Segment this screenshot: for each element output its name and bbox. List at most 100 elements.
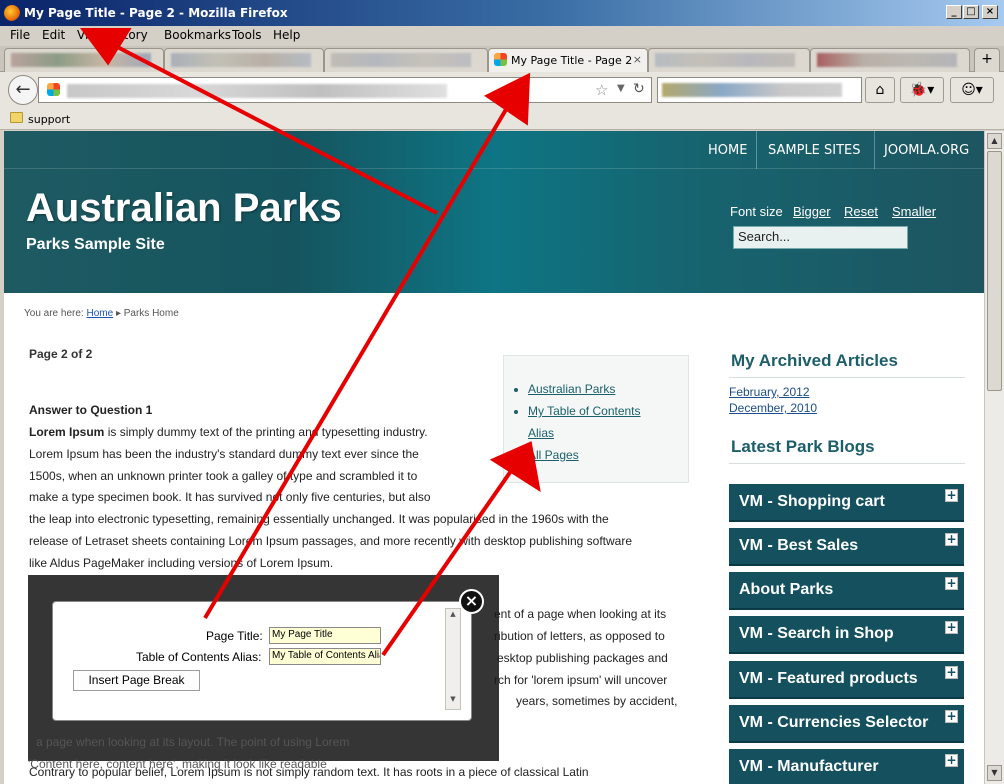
- blogs-heading: Latest Park Blogs: [731, 437, 875, 456]
- module-label: VM - Featured products: [739, 670, 918, 687]
- menu-help[interactable]: Help: [273, 28, 300, 42]
- firebug-icon[interactable]: 🐞▾: [900, 77, 944, 103]
- tab-strip: My Page Title - Page 2 × +: [0, 46, 1004, 72]
- tab-active[interactable]: My Page Title - Page 2 ×: [488, 48, 648, 72]
- nav-sample-sites[interactable]: SAMPLE SITES: [768, 143, 861, 158]
- module-label: About Parks: [739, 581, 834, 598]
- toc-item-continued[interactable]: Alias: [528, 422, 641, 444]
- tab-blurred-5[interactable]: [810, 48, 970, 72]
- folder-icon: [10, 112, 23, 123]
- font-bigger-link[interactable]: Bigger: [793, 204, 831, 219]
- top-navigation: HOME SAMPLE SITES JOOMLA.ORG: [4, 131, 984, 169]
- menu-history[interactable]: History: [105, 28, 148, 42]
- insert-page-break-button[interactable]: Insert Page Break: [73, 670, 200, 691]
- page-scrollbar[interactable]: ▲ ▼: [984, 131, 1004, 784]
- navigation-toolbar: ☆ ▼ ↻ ← ⌂ 🐞▾ ☺▾: [0, 72, 1004, 108]
- window-title-bar: My Page Title - Page 2 - Mozilla Firefox…: [0, 0, 1004, 26]
- tab-label: My Page Title - Page 2: [511, 54, 633, 67]
- site-title[interactable]: Australian Parks: [26, 186, 342, 231]
- minimize-button[interactable]: _: [946, 5, 962, 19]
- bookmarks-toolbar: support: [0, 108, 1004, 130]
- module-label: VM - Best Sales: [739, 537, 859, 554]
- breadcrumb-home-link[interactable]: Home: [86, 308, 113, 319]
- lead-bold: Lorem Ipsum: [29, 425, 105, 439]
- article-line: release of Letraset sheets containing Lo…: [29, 534, 632, 548]
- module-vm-featured-products[interactable]: VM - Featured products +: [729, 661, 964, 699]
- module-vm-search-in-shop[interactable]: VM - Search in Shop +: [729, 616, 964, 654]
- menu-view[interactable]: View: [77, 28, 105, 42]
- archived-link[interactable]: February, 2012: [729, 385, 810, 399]
- nav-joomla-org[interactable]: JOOMLA.ORG: [884, 143, 969, 158]
- article-line: make a type specimen book. It has surviv…: [29, 490, 431, 504]
- scroll-down-icon[interactable]: ▼: [447, 695, 459, 707]
- article-line: the leap into electronic typesetting, re…: [29, 512, 609, 526]
- bookmark-star-icon[interactable]: ☆: [595, 81, 608, 99]
- article-line: Lorem Ipsum is simply dummy text of the …: [29, 425, 428, 439]
- new-tab-button[interactable]: +: [974, 48, 1000, 72]
- home-button[interactable]: ⌂: [865, 77, 895, 103]
- modal-close-icon[interactable]: ×: [459, 589, 484, 614]
- module-vm-manufacturer[interactable]: VM - Manufacturer +: [729, 749, 964, 784]
- archived-link[interactable]: December, 2010: [729, 401, 817, 415]
- page-break-modal: Page Title: My Page Title Table of Conte…: [52, 601, 472, 721]
- reload-icon[interactable]: ↻: [633, 81, 645, 97]
- modal-scrollbar[interactable]: ▲ ▼: [445, 608, 461, 710]
- module-vm-currencies-selector[interactable]: VM - Currencies Selector +: [729, 705, 964, 743]
- tab-close-icon[interactable]: ×: [633, 53, 642, 66]
- page-title-input[interactable]: My Page Title: [269, 627, 381, 644]
- toc-alias-input[interactable]: My Table of Contents Alias: [269, 648, 381, 665]
- toc-alias-label: Table of Contents Alias:: [136, 650, 262, 664]
- search-bar[interactable]: [657, 77, 862, 103]
- article-line: years, sometimes by accident,: [516, 694, 678, 708]
- font-smaller-link[interactable]: Smaller: [892, 204, 936, 219]
- toc-item[interactable]: All Pages: [528, 444, 641, 466]
- breadcrumb: You are here: Home ▸ Parks Home: [24, 308, 179, 319]
- back-button[interactable]: ←: [8, 75, 38, 105]
- expand-plus-icon[interactable]: +: [945, 577, 958, 590]
- site-search-input[interactable]: Search...: [733, 226, 908, 249]
- maximize-button[interactable]: □: [963, 5, 979, 19]
- tab-blurred-2[interactable]: [164, 48, 324, 72]
- article-line: ent of a page when looking at its: [494, 607, 667, 621]
- font-reset-link[interactable]: Reset: [844, 204, 878, 219]
- scroll-thumb[interactable]: [987, 151, 1002, 391]
- scroll-up-icon[interactable]: ▲: [447, 610, 459, 622]
- expand-plus-icon[interactable]: +: [945, 621, 958, 634]
- site-header: HOME SAMPLE SITES JOOMLA.ORG Australian …: [4, 131, 984, 293]
- module-vm-best-sales[interactable]: VM - Best Sales +: [729, 528, 964, 566]
- joomla-favicon-icon: [494, 53, 507, 66]
- expand-plus-icon[interactable]: +: [945, 754, 958, 767]
- menu-tools[interactable]: Tools: [232, 28, 262, 42]
- site-subtitle: Parks Sample Site: [26, 236, 165, 253]
- dropdown-arrow-icon[interactable]: ▼: [617, 83, 625, 94]
- expand-plus-icon[interactable]: +: [945, 666, 958, 679]
- expand-plus-icon[interactable]: +: [945, 489, 958, 502]
- overlay-text: a page when looking at its layout. The p…: [36, 735, 350, 749]
- scroll-down-icon[interactable]: ▼: [987, 765, 1002, 781]
- scroll-up-icon[interactable]: ▲: [987, 133, 1002, 149]
- bookmark-support[interactable]: support: [28, 113, 70, 126]
- persona-icon[interactable]: ☺▾: [950, 77, 994, 103]
- module-about-parks[interactable]: About Parks +: [729, 572, 964, 610]
- expand-plus-icon[interactable]: +: [945, 533, 958, 546]
- module-vm-shopping-cart[interactable]: VM - Shopping cart +: [729, 484, 964, 522]
- article-line: Lorem Ipsum has been the industry's stan…: [29, 447, 419, 461]
- menu-file[interactable]: File: [10, 28, 30, 42]
- article-line-text: is simply dummy text of the printing and…: [104, 425, 428, 439]
- module-label: VM - Manufacturer: [739, 758, 879, 775]
- tab-blurred-3[interactable]: [324, 48, 488, 72]
- module-label: VM - Search in Shop: [739, 625, 894, 642]
- toc-item[interactable]: My Table of Contents: [528, 400, 641, 422]
- tab-blurred-1[interactable]: [4, 48, 164, 72]
- close-window-button[interactable]: ×: [982, 5, 998, 19]
- article-line: like Aldus PageMaker including versions …: [29, 556, 334, 570]
- nav-home[interactable]: HOME: [708, 143, 747, 158]
- toc-item[interactable]: Australian Parks: [528, 378, 641, 400]
- article-line: ribution of letters, as opposed to: [494, 629, 665, 643]
- page-count: Page 2 of 2: [29, 347, 93, 361]
- tab-blurred-4[interactable]: [648, 48, 810, 72]
- menu-bookmarks[interactable]: Bookmarks: [164, 28, 231, 42]
- menu-edit[interactable]: Edit: [42, 28, 65, 42]
- expand-plus-icon[interactable]: +: [945, 710, 958, 723]
- url-bar[interactable]: ☆ ▼ ↻: [38, 77, 652, 103]
